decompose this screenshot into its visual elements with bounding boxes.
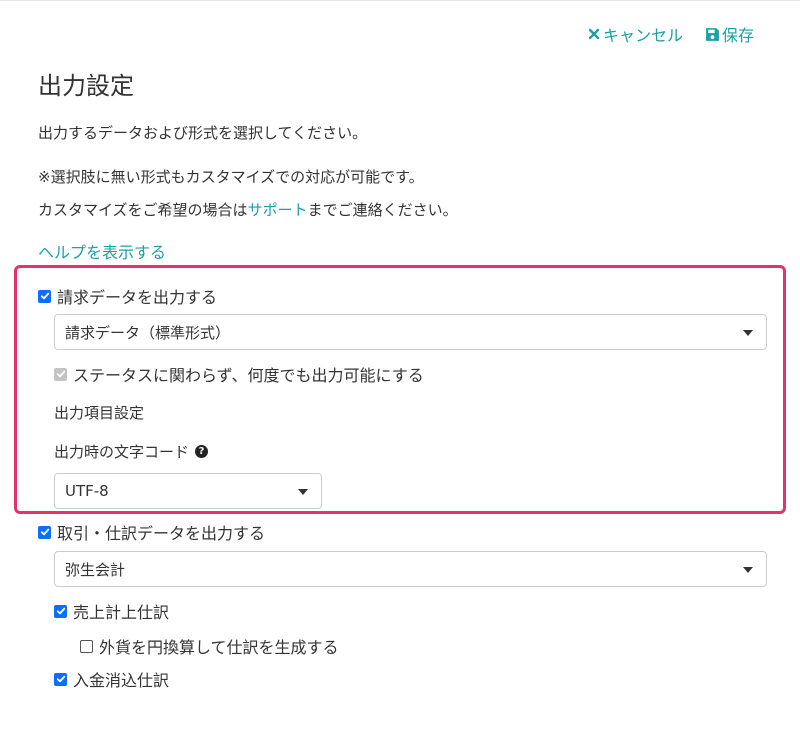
invoice-format-select[interactable]: 請求データ（標準形式） bbox=[54, 314, 767, 350]
sales-journal-label: 売上計上仕訳 bbox=[73, 603, 170, 622]
status-ignore-label: ステータスに関わらず、何度でも出力可能にする bbox=[73, 366, 424, 385]
fx-conversion-checkbox[interactable]: 外貨を円換算して仕訳を生成する bbox=[80, 634, 339, 658]
status-ignore-checkbox: ステータスに関わらず、何度でも出力可能にする bbox=[54, 362, 424, 386]
payment-journal-label: 入金消込仕訳 bbox=[73, 671, 170, 690]
caret-down-icon bbox=[298, 489, 308, 495]
contact-note-before: カスタマイズをご希望の場合は bbox=[38, 201, 248, 219]
checkbox-disabled-icon bbox=[54, 367, 67, 381]
checkbox-checked-icon bbox=[38, 525, 51, 539]
close-icon bbox=[588, 28, 600, 40]
invoice-output-checkbox[interactable]: 請求データを出力する bbox=[38, 284, 217, 308]
caret-down-icon bbox=[743, 567, 753, 573]
fx-conversion-label: 外貨を円換算して仕訳を生成する bbox=[99, 638, 339, 657]
journal-output-checkbox[interactable]: 取引・仕訳データを出力する bbox=[38, 520, 265, 544]
checkbox-checked-icon bbox=[54, 672, 67, 686]
sales-journal-checkbox[interactable]: 売上計上仕訳 bbox=[54, 599, 169, 623]
journal-output-label: 取引・仕訳データを出力する bbox=[57, 524, 266, 543]
item-settings-link[interactable]: 出力項目設定 bbox=[54, 402, 144, 423]
encoding-value: UTF-8 bbox=[65, 482, 109, 500]
encoding-select[interactable]: UTF-8 bbox=[54, 473, 322, 509]
contact-note: カスタマイズをご希望の場合はサポートまでご連絡ください。 bbox=[38, 199, 458, 220]
header-actions: キャンセル 保存 bbox=[587, 22, 754, 46]
checkbox-checked-icon bbox=[54, 604, 67, 618]
save-label: 保存 bbox=[721, 26, 754, 45]
save-button[interactable]: 保存 bbox=[705, 22, 754, 46]
page-title: 出力設定 bbox=[38, 72, 134, 100]
journal-format-value: 弥生会計 bbox=[65, 560, 126, 579]
cancel-label: キャンセル bbox=[602, 26, 683, 45]
encoding-label: 出力時の文字コード bbox=[54, 443, 190, 461]
help-link[interactable]: ヘルプを表示する bbox=[38, 239, 166, 263]
contact-note-after: までご連絡ください。 bbox=[307, 201, 458, 219]
support-link[interactable]: サポート bbox=[248, 201, 308, 219]
question-circle-icon[interactable]: ? bbox=[195, 445, 209, 458]
checkbox-unchecked-icon bbox=[80, 639, 93, 653]
intro-text: 出力するデータおよび形式を選択してください。 bbox=[38, 124, 368, 142]
checkbox-checked-icon bbox=[38, 289, 51, 303]
invoice-output-label: 請求データを出力する bbox=[57, 288, 218, 307]
customize-note: ※選択肢に無い形式もカスタマイズでの対応が可能です。 bbox=[38, 168, 424, 186]
caret-down-icon bbox=[743, 330, 753, 336]
encoding-label-row: 出力時の文字コード ? bbox=[54, 441, 209, 462]
invoice-format-value: 請求データ（標準形式） bbox=[65, 323, 231, 342]
floppy-disk-icon bbox=[706, 27, 719, 41]
top-divider bbox=[0, 0, 800, 1]
payment-journal-checkbox[interactable]: 入金消込仕訳 bbox=[54, 667, 169, 691]
journal-format-select[interactable]: 弥生会計 bbox=[54, 551, 767, 587]
cancel-button[interactable]: キャンセル bbox=[587, 22, 683, 46]
